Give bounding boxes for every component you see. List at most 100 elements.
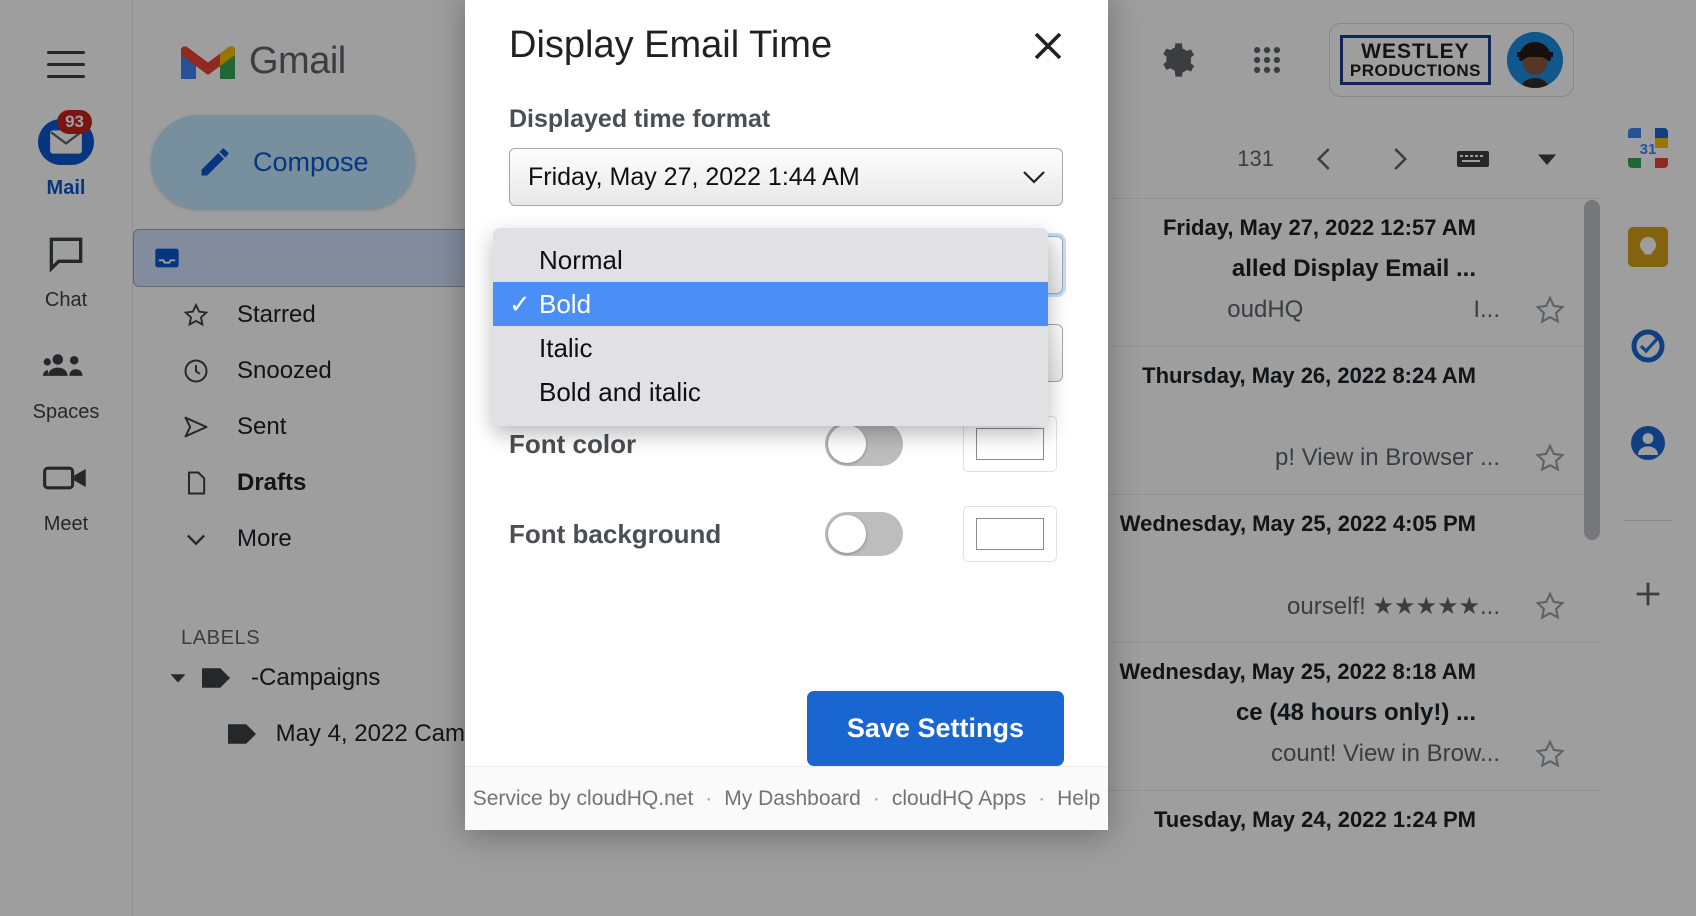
send-icon [181, 413, 211, 441]
account-box[interactable]: WESTLEY PRODUCTIONS [1328, 23, 1574, 97]
compose-button[interactable]: Compose [151, 115, 415, 209]
label-name-may-4-2022: May 4, 2022 Cam [275, 720, 465, 747]
page-title: Display Email Time [509, 24, 833, 66]
google-keep-icon[interactable] [1627, 226, 1669, 268]
labels-header: LABELS [181, 627, 261, 649]
google-contacts-icon[interactable] [1627, 422, 1669, 464]
caret-down-icon[interactable] [1524, 136, 1570, 182]
star-outline-icon[interactable] [1530, 293, 1570, 327]
chevron-right-icon[interactable] [1376, 136, 1422, 182]
label-tag-icon [195, 668, 237, 688]
list-scrollbar[interactable] [1584, 200, 1600, 540]
message-snippet: p! View in Browser ... [1275, 444, 1500, 471]
mail-icon: 93 [38, 110, 94, 170]
add-ons-plus-icon[interactable] [1631, 577, 1665, 611]
option-label: Normal [539, 244, 623, 275]
gmail-wordmark: Gmail [249, 40, 346, 82]
chevron-left-icon[interactable] [1302, 136, 1348, 182]
sidebar-item-starred[interactable]: Starred [133, 287, 465, 343]
google-tasks-icon[interactable] [1627, 324, 1669, 366]
sidebar-item-more[interactable]: More [133, 511, 465, 567]
keyboard-icon[interactable] [1450, 136, 1496, 182]
inbox-icon [152, 244, 182, 272]
label-name-campaigns: -Campaigns [251, 664, 381, 691]
check-icon: ✓ [509, 288, 531, 319]
chat-icon [38, 226, 94, 282]
sidebar-label-sent: Sent [237, 413, 287, 440]
google-calendar-icon[interactable]: 31 [1626, 126, 1670, 170]
message-sender: oudHQ [1227, 296, 1304, 323]
rail-label-chat: Chat [44, 289, 88, 311]
message-count: 131 [1237, 146, 1274, 171]
option-label: Italic [539, 332, 593, 363]
dropdown-option-bold-and-italic[interactable]: Bold and italic [493, 370, 1048, 414]
sidebar-item-sent[interactable]: Sent [133, 399, 465, 455]
compose-label: Compose [253, 146, 369, 177]
mailbox-list: Inbox Starred Snoozed [133, 229, 687, 567]
font-background-swatch-button[interactable] [963, 506, 1057, 562]
brand-line-1: WESTLEY [1361, 40, 1470, 63]
mail-unread-badge: 93 [57, 110, 92, 134]
footer-separator: · [705, 786, 713, 810]
toggle-knob [828, 515, 866, 553]
label-item-may-4-2022[interactable]: May 4, 2022 Cam [133, 706, 465, 762]
avatar[interactable] [1507, 32, 1563, 88]
spaces-icon [38, 338, 94, 394]
rail-label-mail: Mail [46, 177, 86, 199]
rail-item-spaces[interactable]: Spaces [11, 338, 121, 424]
rail-item-chat[interactable]: Chat [11, 226, 121, 312]
pencil-icon [201, 148, 229, 176]
message-snippet: count! View in Brow... [1270, 740, 1500, 767]
gear-icon[interactable] [1149, 32, 1205, 88]
app-rail: 93 Mail Chat Spaces Meet [0, 0, 133, 916]
rail-item-meet[interactable]: Meet [11, 450, 121, 536]
chevron-down-icon [181, 525, 211, 553]
sidebar-item-snoozed[interactable]: Snoozed [133, 343, 465, 399]
save-settings-button[interactable]: Save Settings [806, 691, 1064, 766]
caret-down-icon[interactable] [161, 669, 195, 687]
side-panel: 31 [1600, 100, 1696, 916]
footer-link-my-dashboard[interactable]: My Dashboard [724, 787, 861, 811]
divider [1624, 520, 1672, 521]
chevron-down-icon [1022, 169, 1046, 185]
close-icon[interactable] [1024, 22, 1072, 70]
sidebar-label-starred: Starred [237, 301, 316, 328]
sidebar-label-snoozed: Snoozed [237, 357, 332, 384]
star-icon [181, 301, 211, 329]
meet-icon [38, 450, 94, 506]
font-background-row: Font background [509, 506, 1064, 562]
sidebar-label-more: More [237, 525, 292, 552]
font-background-toggle[interactable] [825, 512, 903, 556]
time-format-label: Displayed time format [509, 105, 771, 133]
brand-logo: WESTLEY PRODUCTIONS [1339, 35, 1491, 85]
star-outline-icon[interactable] [1530, 441, 1570, 475]
footer-link-help[interactable]: Help [1057, 787, 1100, 811]
screen: 93 Mail Chat Spaces Meet Gmail Compose S… [0, 0, 1696, 916]
brand-line-2: PRODUCTIONS [1349, 61, 1481, 80]
message-snippet: I... [1473, 296, 1500, 323]
rail-label-spaces: Spaces [32, 401, 100, 423]
draft-icon [181, 469, 211, 497]
font-color-toggle[interactable] [825, 422, 903, 466]
rail-item-mail[interactable]: 93 Mail [11, 110, 121, 200]
time-format-select[interactable]: Friday, May 27, 2022 1:44 AM [509, 148, 1063, 206]
label-item-campaigns[interactable]: -Campaigns [133, 650, 465, 706]
dropdown-option-normal[interactable]: Normal [493, 238, 1048, 282]
font-style-dropdown-list[interactable]: Normal ✓ Bold Italic Bold and italic [493, 228, 1048, 426]
apps-grid-icon[interactable] [1239, 32, 1295, 88]
gmail-sidebar: Gmail Compose Inbox Starred [133, 0, 687, 916]
dropdown-option-italic[interactable]: Italic [493, 326, 1048, 370]
sidebar-label-drafts: Drafts [237, 469, 307, 496]
option-label: Bold and italic [539, 376, 701, 407]
rail-label-meet: Meet [43, 513, 89, 535]
label-tag-icon [223, 724, 262, 744]
dropdown-option-bold[interactable]: ✓ Bold [493, 282, 1048, 326]
footer-link-cloudhq-apps[interactable]: cloudHQ Apps [892, 787, 1026, 811]
message-snippet: ourself! ★★★★★... [1287, 592, 1500, 620]
toggle-knob [828, 425, 866, 463]
star-outline-icon[interactable] [1530, 589, 1570, 623]
star-outline-icon[interactable] [1530, 737, 1570, 771]
footer-separator: · [1038, 786, 1046, 810]
hamburger-icon[interactable] [42, 40, 90, 88]
sidebar-item-drafts[interactable]: Drafts [133, 455, 465, 511]
